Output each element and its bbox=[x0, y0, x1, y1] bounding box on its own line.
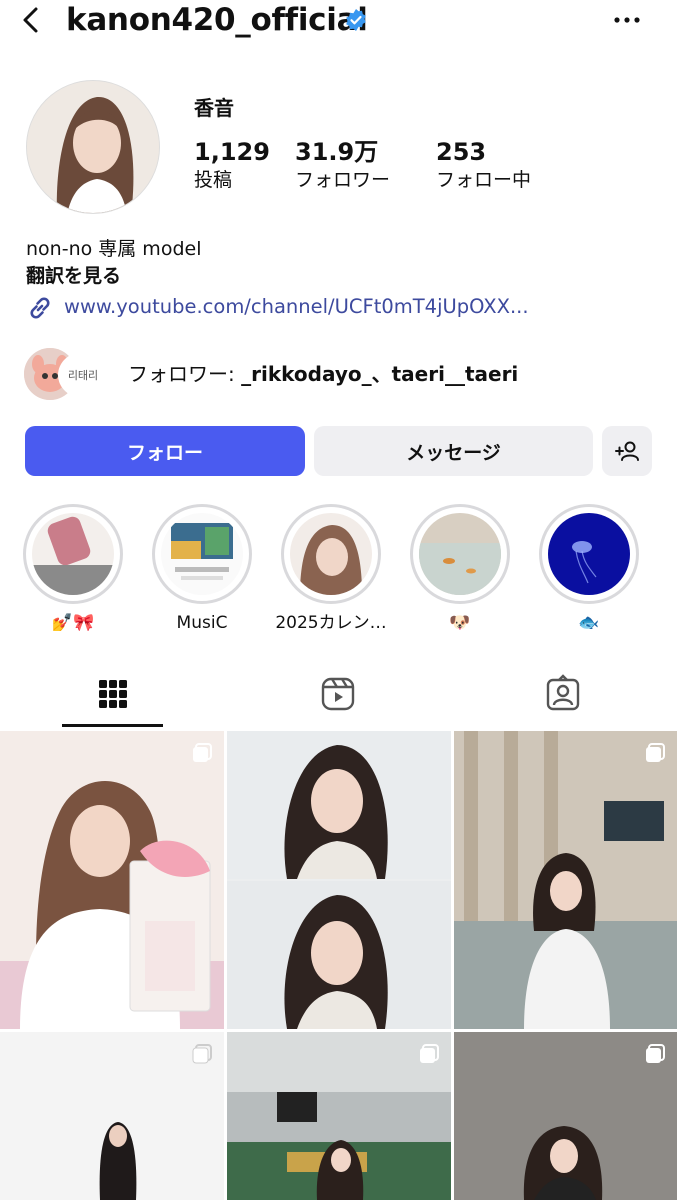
highlight-2[interactable] bbox=[152, 504, 252, 604]
multiple-posts-icon bbox=[193, 743, 212, 762]
mutual-follower-avatar-2: 리태리 bbox=[58, 352, 108, 398]
highlight-3-label: 2025カレン… bbox=[275, 613, 387, 633]
followed-by-prefix: フォロワー: bbox=[128, 362, 242, 386]
post-tile[interactable] bbox=[0, 731, 224, 1029]
highlight-4[interactable] bbox=[410, 504, 510, 604]
link-icon bbox=[30, 297, 50, 319]
post-tile[interactable] bbox=[0, 1032, 224, 1200]
highlight-1[interactable] bbox=[23, 504, 123, 604]
followed-by-text[interactable]: フォロワー: _rikkodayo_、taeri__taeri bbox=[128, 360, 518, 388]
back-chevron-icon[interactable] bbox=[18, 6, 46, 34]
suggested-users-button[interactable] bbox=[602, 426, 652, 476]
profile-display-name: 香音 bbox=[194, 96, 234, 120]
multiple-posts-icon bbox=[192, 1044, 212, 1064]
stat-following-label: フォロー中 bbox=[436, 169, 532, 191]
highlight-3[interactable] bbox=[281, 504, 381, 604]
highlight-5-label: 🐟 bbox=[578, 613, 600, 633]
reels-icon[interactable] bbox=[318, 674, 358, 714]
post-tile[interactable] bbox=[227, 1032, 451, 1200]
stat-followers-label: フォロワー bbox=[295, 169, 391, 191]
followed-by-names: _rikkodayo_、taeri__taeri bbox=[241, 362, 519, 386]
message-button[interactable]: メッセージ bbox=[314, 426, 593, 476]
multiple-posts-icon bbox=[646, 1044, 665, 1063]
stat-following-value: 253 bbox=[436, 138, 487, 166]
verified-badge-icon bbox=[346, 9, 366, 31]
profile-website-link[interactable]: www.youtube.com/channel/UCFt0mT4jUpOXX..… bbox=[64, 293, 529, 321]
tagged-icon[interactable] bbox=[543, 674, 583, 714]
multiple-posts-icon bbox=[420, 1044, 439, 1063]
stat-posts-label: 投稿 bbox=[194, 169, 233, 191]
add-person-icon bbox=[615, 441, 639, 461]
profile-username: kanon420_official bbox=[66, 2, 368, 38]
post-tile[interactable] bbox=[227, 731, 451, 1029]
highlight-4-label: 🐶 bbox=[449, 613, 471, 633]
stat-posts[interactable]: 1,129 投稿 bbox=[194, 138, 270, 194]
grid-icon[interactable] bbox=[93, 674, 133, 714]
highlight-5[interactable] bbox=[539, 504, 639, 604]
stat-posts-value: 1,129 bbox=[194, 138, 270, 166]
stat-followers[interactable]: 31.9万 フォロワー bbox=[295, 138, 390, 194]
highlight-1-label: 💅🎀 bbox=[51, 613, 95, 633]
stat-followers-value: 31.9万 bbox=[295, 138, 379, 166]
more-options-icon[interactable] bbox=[612, 10, 642, 30]
active-tab-indicator bbox=[62, 724, 163, 727]
stat-following[interactable]: 253 フォロー中 bbox=[436, 138, 531, 194]
follow-button[interactable]: フォロー bbox=[25, 426, 305, 476]
translate-link[interactable]: 翻訳を見る bbox=[26, 263, 121, 289]
profile-avatar[interactable] bbox=[26, 80, 160, 214]
post-tile[interactable] bbox=[454, 1032, 677, 1200]
profile-bio: non-no 専属 model bbox=[26, 238, 202, 260]
highlight-2-label: MusiC bbox=[176, 613, 228, 633]
post-tile[interactable] bbox=[454, 731, 677, 1029]
multiple-posts-icon bbox=[646, 743, 665, 762]
